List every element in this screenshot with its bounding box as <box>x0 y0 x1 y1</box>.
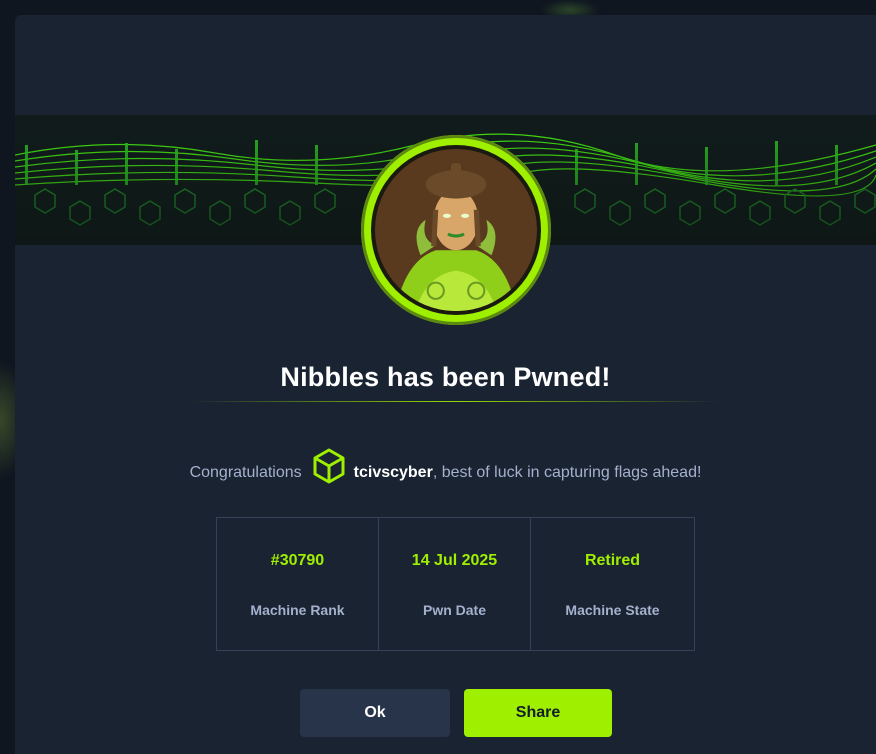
stat-value: Retired <box>584 552 641 569</box>
share-button[interactable]: Share <box>464 689 612 737</box>
stat-value: 14 Jul 2025 <box>411 552 498 569</box>
pwned-title: Nibbles has been Pwned! <box>280 362 611 392</box>
stat-pwn-date: 14 Jul 2025 Pwn Date <box>379 518 531 650</box>
ok-button[interactable]: Ok <box>300 689 450 737</box>
stats-panel: #30790 Machine Rank 14 Jul 2025 Pwn Date… <box>216 517 695 651</box>
stat-label: Machine State <box>565 602 660 618</box>
congrats-prefix: Congratulations <box>189 464 302 482</box>
stat-machine-state: Retired Machine State <box>531 518 694 650</box>
hexagon-cube-icon <box>312 448 346 492</box>
stat-value: #30790 <box>270 552 325 569</box>
username-link[interactable]: tcivscyber <box>354 464 433 481</box>
stat-label: Pwn Date <box>422 602 486 618</box>
machine-avatar <box>361 135 551 325</box>
congrats-message: Congratulations tcivscyber, best of luck… <box>15 448 876 495</box>
stat-label: Machine Rank <box>250 602 345 618</box>
title-divider <box>190 401 720 402</box>
congrats-suffix: , best of luck in capturing flags ahead! <box>432 464 702 482</box>
machine-avatar-icon <box>375 149 537 311</box>
stat-machine-rank: #30790 Machine Rank <box>217 518 379 650</box>
pwned-modal: Nibbles has been Pwned! Congratulations … <box>15 15 876 754</box>
